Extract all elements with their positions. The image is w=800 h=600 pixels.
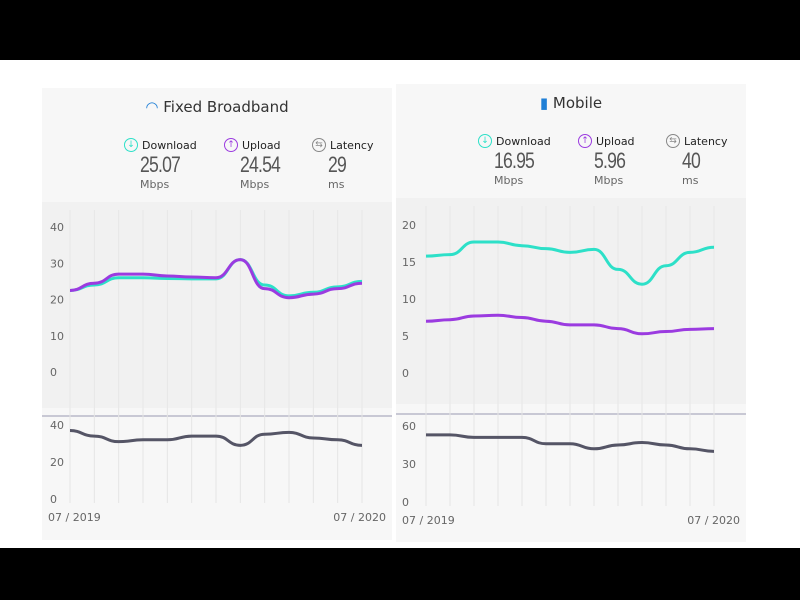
latency-tick: 20 <box>50 456 64 469</box>
speed-chart-bg <box>396 198 746 404</box>
x-label-start: 07 / 2019 <box>48 511 101 524</box>
x-label-end: 07 / 2020 <box>687 514 740 527</box>
latency-tick: 0 <box>402 496 409 509</box>
speed-tick: 5 <box>402 330 409 343</box>
speed-latency-chart: 20 15 10 5 0 60 30 0 07 / 2019 07 / 2020 <box>396 198 746 527</box>
speed-tick: 10 <box>402 293 416 306</box>
speed-tick: 0 <box>50 366 57 379</box>
speed-tick: 30 <box>50 257 64 270</box>
latency-tick: 60 <box>402 420 416 433</box>
speed-tick: 0 <box>402 367 409 380</box>
speed-tick: 20 <box>402 219 416 232</box>
top-black-bar <box>0 0 800 60</box>
x-label-end: 07 / 2020 <box>333 511 386 524</box>
speed-latency-chart: 40 30 20 10 0 40 20 0 07 / 2019 07 / 2020 <box>42 202 392 524</box>
bottom-black-bar <box>0 548 800 600</box>
mobile-panel: ▮ Mobile ↓ Download 16.95 Mbps ↑ Upload 5.… <box>396 84 746 542</box>
speed-tick: 40 <box>50 221 64 234</box>
speed-tick: 20 <box>50 294 64 307</box>
latency-tick: 30 <box>402 458 416 471</box>
latency-tick: 40 <box>50 419 64 432</box>
fixed-broadband-panel: ◠ Fixed Broadband ↓ Download 25.07 Mbps ↑… <box>42 88 392 540</box>
speed-tick: 10 <box>50 330 64 343</box>
speed-tick: 15 <box>402 256 416 269</box>
latency-tick: 0 <box>50 493 57 506</box>
x-label-start: 07 / 2019 <box>402 514 455 527</box>
